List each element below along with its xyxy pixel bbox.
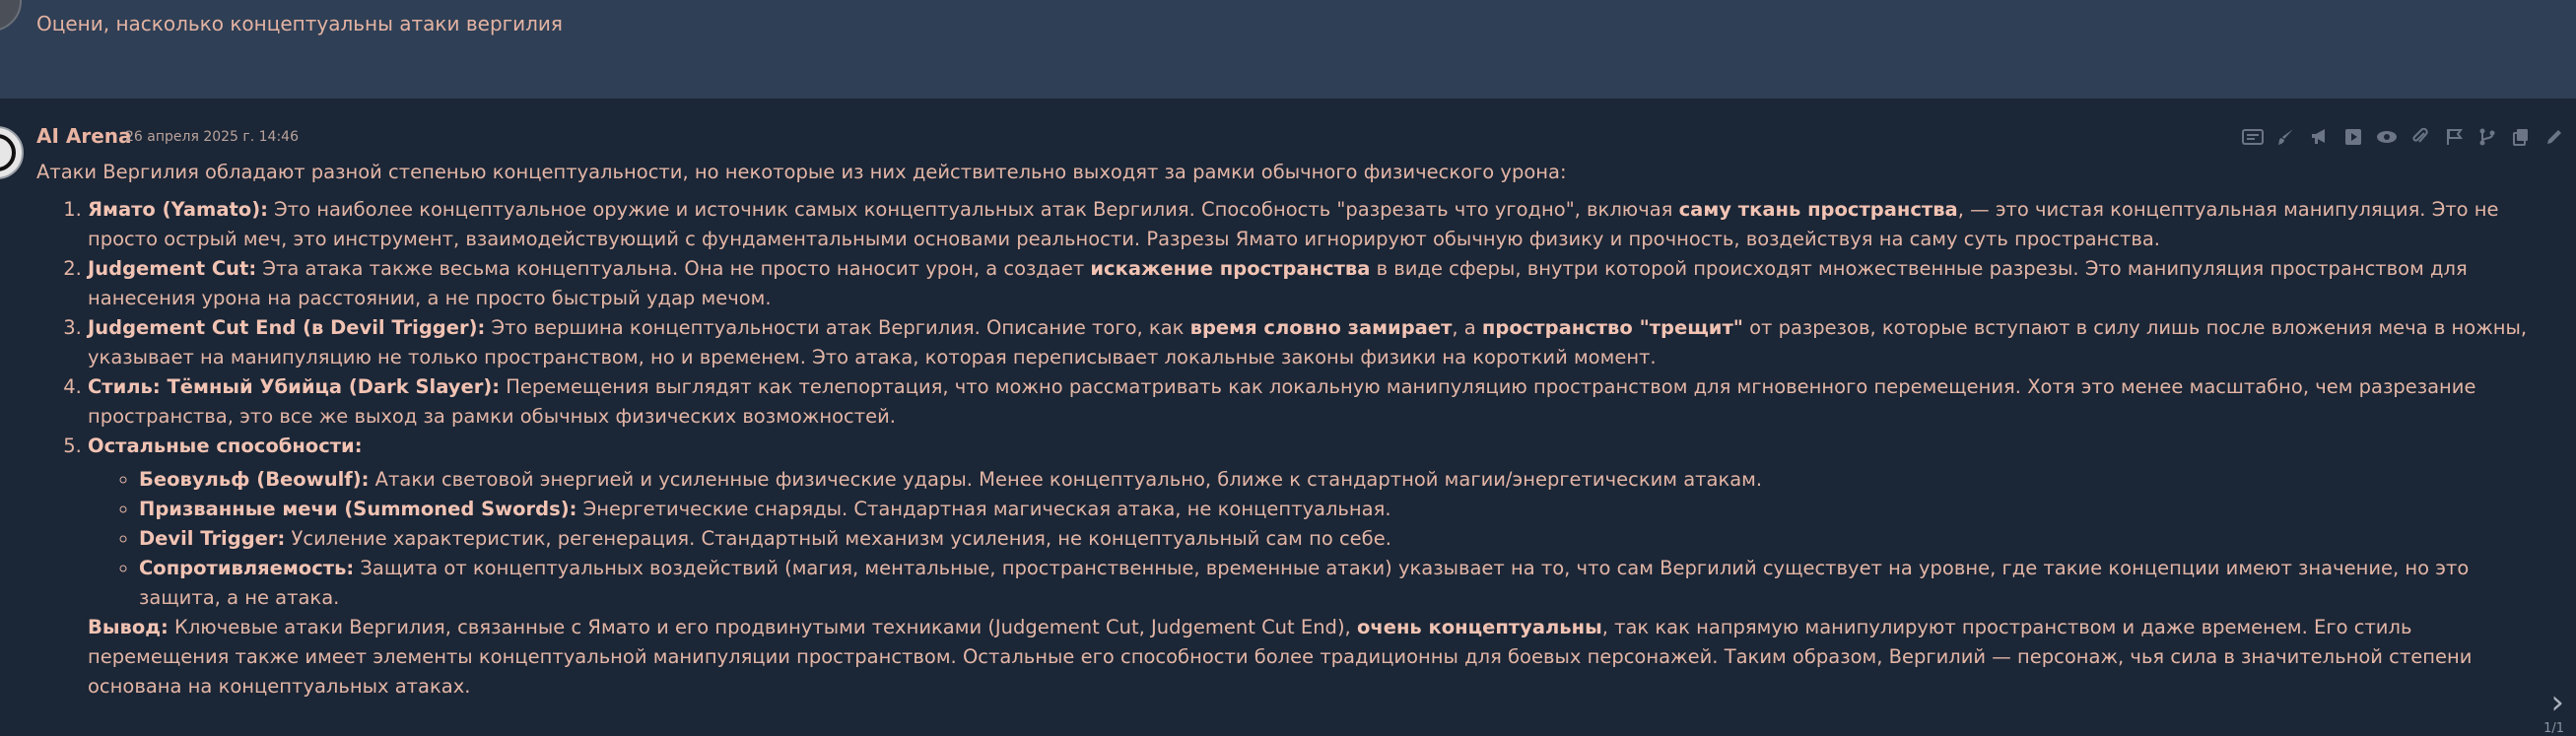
- list-item: Призванные мечи (Summoned Swords): Энерг…: [139, 495, 2540, 524]
- other-abilities-list: Беовульф (Beowulf): Атаки световой энерг…: [88, 465, 2540, 613]
- item-emphasis: искажение пространства: [1090, 257, 1371, 280]
- item-emphasis: саму ткань пространства: [1678, 198, 1958, 221]
- ai-logo-icon: [0, 134, 16, 171]
- item-title: Стиль: Тёмный Убийца (Dark Slayer):: [88, 375, 501, 398]
- text-icon[interactable]: [2241, 126, 2265, 148]
- brush-icon[interactable]: [2274, 126, 2298, 148]
- subitem-title: Призванные мечи (Summoned Swords):: [139, 498, 577, 520]
- page-counter: 1/1: [2543, 721, 2564, 736]
- item-text: Это наиболее концептуальное оружие и ист…: [267, 198, 1679, 221]
- item-emphasis: время словно замирает: [1189, 316, 1453, 339]
- message-content: Атаки Вергилия обладают разной степенью …: [36, 158, 2540, 702]
- item-title: Остальные способности:: [88, 435, 363, 457]
- edit-icon[interactable]: [2542, 126, 2566, 148]
- play-icon[interactable]: [2341, 126, 2365, 148]
- copy-icon[interactable]: [2509, 126, 2533, 148]
- message-toolbar: [2241, 126, 2566, 148]
- message-timestamp: 26 апреля 2025 г. 14:46: [125, 129, 299, 145]
- conclusion-title: Вывод:: [88, 616, 169, 638]
- paperclip-icon[interactable]: [2408, 126, 2432, 148]
- subitem-text: Энергетические снаряды. Стандартная маги…: [576, 498, 1391, 520]
- branch-icon[interactable]: [2475, 126, 2499, 148]
- subitem-title: Беовульф (Beowulf):: [139, 468, 370, 491]
- conclusion-paragraph: Вывод: Ключевые атаки Вергилия, связанны…: [88, 613, 2540, 702]
- item-title: Judgement Cut End (в Devil Trigger):: [88, 316, 486, 339]
- item-title: Judgement Cut:: [88, 257, 257, 280]
- flag-icon[interactable]: [2442, 126, 2466, 148]
- intro-paragraph: Атаки Вергилия обладают разной степенью …: [36, 161, 1567, 183]
- item-text: Это вершина концептуальности атак Вергил…: [485, 316, 1190, 339]
- list-item: Ямато (Yamato): Это наиболее концептуаль…: [88, 195, 2540, 254]
- list-item: Devil Trigger: Усиление характеристик, р…: [139, 524, 2540, 554]
- list-item: Остальные способности: Беовульф (Beowulf…: [88, 432, 2540, 702]
- conclusion-emphasis: очень концептуальны: [1356, 616, 1602, 638]
- avatar[interactable]: [0, 126, 24, 179]
- ai-message: AI Arena 26 апреля 2025 г. 14:46 Атаки В…: [0, 104, 2576, 736]
- megaphone-icon[interactable]: [2308, 126, 2332, 148]
- subitem-text: Усиление характеристик, регенерация. Ста…: [285, 527, 1391, 550]
- author-name[interactable]: AI Arena: [36, 124, 132, 148]
- subitem-text: Атаки световой энергией и усиленные физи…: [369, 468, 1763, 491]
- subitem-title: Сопротивляемость:: [139, 557, 355, 579]
- item-emphasis: пространство "трещит": [1481, 316, 1743, 339]
- attack-list: Ямато (Yamato): Это наиболее концептуаль…: [36, 195, 2540, 702]
- list-item: Беовульф (Beowulf): Атаки световой энерг…: [139, 465, 2540, 495]
- conclusion-text: Ключевые атаки Вергилия, связанные с Яма…: [168, 616, 1357, 638]
- list-item: Judgement Cut: Эта атака также весьма ко…: [88, 254, 2540, 313]
- user-message-text: Оцени, насколько концептуальны атаки вер…: [36, 12, 563, 35]
- user-avatar[interactable]: [0, 0, 22, 32]
- item-text: , а: [1452, 316, 1482, 339]
- eye-icon[interactable]: [2375, 126, 2399, 148]
- list-item: Judgement Cut End (в Devil Trigger): Это…: [88, 313, 2540, 372]
- user-message: Оцени, насколько концептуальны атаки вер…: [0, 0, 2576, 99]
- subitem-title: Devil Trigger:: [139, 527, 286, 550]
- list-item: Стиль: Тёмный Убийца (Dark Slayer): Пере…: [88, 372, 2540, 432]
- subitem-text: Защита от концептуальных воздействий (ма…: [139, 557, 2470, 609]
- item-title: Ямато (Yamato):: [88, 198, 268, 221]
- chevron-right-icon[interactable]: ›: [2550, 683, 2564, 722]
- list-item: Сопротивляемость: Защита от концептуальн…: [139, 554, 2540, 613]
- item-text: Эта атака также весьма концептуальна. Он…: [256, 257, 1091, 280]
